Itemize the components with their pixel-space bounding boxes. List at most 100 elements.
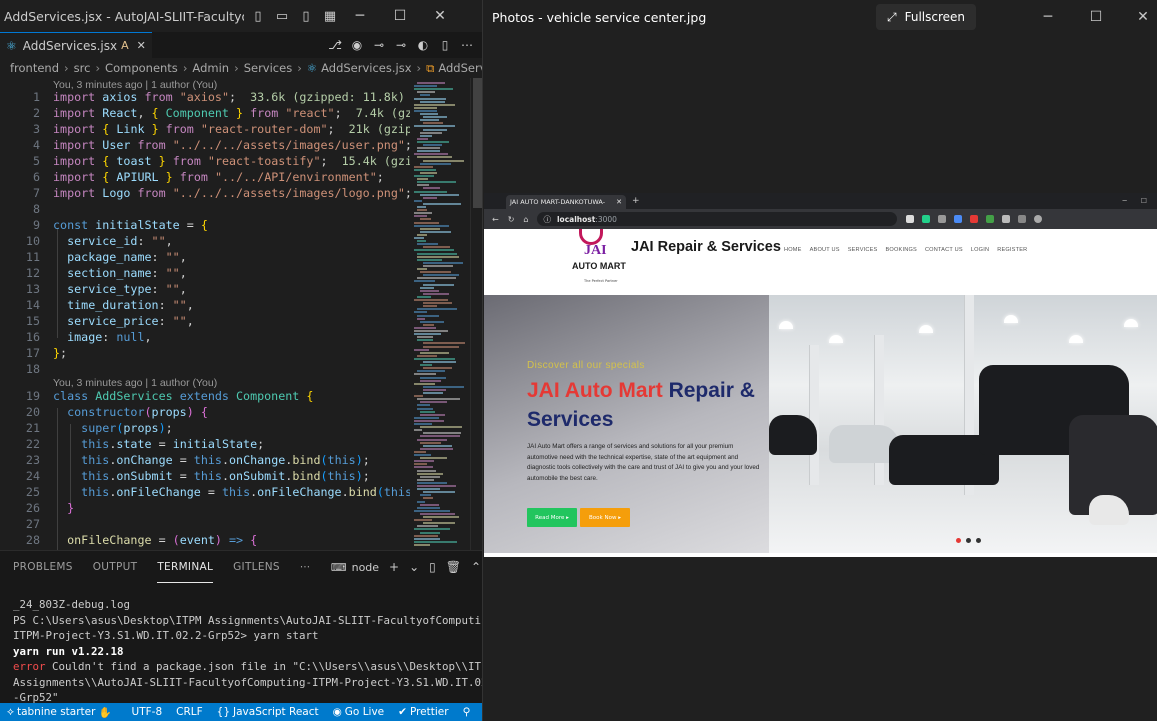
toggle-panel-icon[interactable]: ▭: [272, 0, 292, 32]
tab-gitlens[interactable]: GITLENS: [233, 551, 280, 583]
code-line: 26 }: [25, 501, 75, 515]
minimap-line: [414, 423, 432, 425]
reload-icon: ↻: [507, 214, 515, 224]
minimap-line: [417, 295, 431, 298]
golive-status[interactable]: ◉ Go Live: [326, 706, 392, 718]
minimize-icon[interactable]: ─: [1028, 5, 1068, 29]
minimap-line: [414, 215, 427, 218]
terminal-line: Assignments\\AutoJAI-SLIIT-FacultyofComp…: [13, 675, 483, 689]
code-line: 15 service_price: "",: [25, 314, 194, 328]
code-line: 7 import Logo from "../../../assets/image…: [32, 186, 412, 200]
breadcrumb-item[interactable]: Components: [105, 61, 178, 75]
tab-output[interactable]: OUTPUT: [93, 551, 138, 583]
scrollbar-thumb[interactable]: [473, 78, 482, 208]
tab-close-icon: ✕: [616, 198, 622, 206]
split-editor-icon[interactable]: ▯: [437, 38, 453, 52]
minimap-line: [417, 488, 440, 491]
close-icon[interactable]: ✕: [1123, 5, 1157, 29]
code-line: 6 import { APIURL } from "../../API/envir…: [32, 170, 384, 184]
tab-close-icon[interactable]: ✕: [137, 39, 146, 52]
breadcrumb-item[interactable]: Admin: [192, 61, 229, 75]
terminal-line: _24_803Z-debug.log: [13, 598, 131, 611]
minimap-line: [417, 258, 442, 261]
minimap-line: [423, 187, 440, 190]
breadcrumb-item[interactable]: AddServices: [438, 61, 482, 75]
tab-terminal[interactable]: TERMINAL: [157, 551, 214, 583]
minimap-line: [423, 261, 463, 264]
next-change-icon[interactable]: ⊸: [393, 38, 409, 52]
minimap-line: [417, 407, 433, 410]
minimap-line: [414, 106, 437, 109]
minimap[interactable]: [410, 78, 470, 550]
eol-status[interactable]: CRLF: [169, 706, 210, 718]
class-symbol-icon: ⧉: [426, 60, 435, 75]
minimap-line: [414, 429, 422, 432]
photos-window: Photos - vehicle service center.jpg ⤢ Ful…: [483, 0, 1157, 721]
more-panel-tabs-icon[interactable]: ⋯: [300, 551, 311, 583]
terminal-dropdown-icon[interactable]: ⌄: [409, 560, 419, 574]
hand-icon: ✋: [98, 706, 112, 719]
previous-change-icon[interactable]: ⊸: [371, 38, 387, 52]
code-line: 9 const initialState = {: [32, 218, 208, 232]
photo-image: JAI AUTO MART-DANKOTUWA- ✕ + ─ ☐ ← ↻ ⌂ ⓘ lo…: [484, 193, 1157, 557]
minimap-line: [420, 512, 455, 515]
breadcrumb-item[interactable]: src: [74, 61, 91, 75]
minimap-line: [423, 522, 455, 525]
minimap-line: [414, 519, 432, 522]
code-line: 11 package_name: "",: [25, 250, 187, 264]
breadcrumb-item[interactable]: Services: [244, 61, 293, 75]
new-terminal-icon[interactable]: +: [389, 560, 399, 574]
minimap-line: [414, 85, 437, 88]
kill-terminal-icon[interactable]: 🗑: [446, 560, 461, 574]
toggle-secondary-sidebar-icon[interactable]: ▯: [296, 0, 316, 32]
maximize-panel-icon[interactable]: ⌃: [471, 560, 481, 574]
minimap-line: [414, 224, 449, 227]
browser-extensions: [906, 215, 1043, 223]
code-line: 12 section_name: "",: [25, 266, 187, 280]
open-changes-icon[interactable]: ◉: [349, 38, 365, 52]
tab-addservices[interactable]: ⚛ AddServices.jsx A ✕: [0, 32, 152, 58]
breadcrumb-item[interactable]: AddServices.jsx: [321, 61, 411, 75]
prettier-status[interactable]: ✔ Prettier: [391, 706, 455, 718]
fullscreen-button[interactable]: ⤢ Fullscreen: [876, 4, 976, 30]
tab-problems[interactable]: PROBLEMS: [13, 551, 73, 583]
minimap-line: [417, 178, 428, 181]
minimap-line: [414, 88, 453, 91]
minimap-line: [417, 206, 426, 208]
maximize-icon[interactable]: ☐: [380, 0, 420, 32]
breadcrumb-item[interactable]: frontend: [10, 61, 59, 75]
minimize-icon[interactable]: ─: [340, 0, 380, 32]
minimap-line: [420, 503, 439, 506]
minimap-line: [423, 491, 455, 494]
minimap-line: [420, 271, 451, 274]
toggle-sidebar-icon[interactable]: ▯: [248, 0, 268, 32]
terminal-output[interactable]: _24_803Z-debug.log PS C:\Users\asus\Deskt…: [0, 583, 483, 706]
minimap-line: [417, 478, 434, 481]
encoding-status[interactable]: UTF-8: [125, 706, 170, 718]
editor-scrollbar[interactable]: [470, 78, 482, 550]
code-line: 18: [25, 362, 40, 376]
more-actions-icon[interactable]: ⋯: [459, 38, 475, 52]
compare-changes-icon[interactable]: ⎇: [327, 38, 343, 52]
terminal-line: yarn run v1.22.18: [13, 644, 124, 658]
tabnine-status[interactable]: ⟡ tabnine starter ✋: [0, 706, 119, 719]
timeline-icon[interactable]: ◐: [415, 38, 431, 52]
browser-tab-title: JAI AUTO MART-DANKOTUWA-: [510, 198, 606, 206]
customize-layout-icon[interactable]: ▦: [320, 0, 340, 32]
terminal-selector[interactable]: ⌨ node: [331, 561, 379, 574]
minimap-line: [417, 317, 425, 320]
minimap-line: [420, 401, 447, 404]
accounts-icon[interactable]: ⚲: [456, 706, 478, 718]
close-icon[interactable]: ✕: [420, 0, 460, 32]
language-status[interactable]: {} JavaScript React: [210, 706, 326, 718]
site-menu: HOME ABOUT US SERVICES BOOKINGS CONTACT …: [784, 247, 1027, 253]
split-terminal-icon[interactable]: ▯: [429, 560, 436, 574]
maximize-icon[interactable]: ☐: [1076, 5, 1116, 29]
minimap-line: [423, 305, 437, 308]
code-line: 27: [25, 517, 40, 531]
minimap-line: [414, 212, 432, 215]
minimap-line: [417, 404, 430, 407]
minimap-line: [420, 376, 446, 379]
minimap-line: [417, 525, 438, 528]
minimap-line: [420, 447, 453, 450]
